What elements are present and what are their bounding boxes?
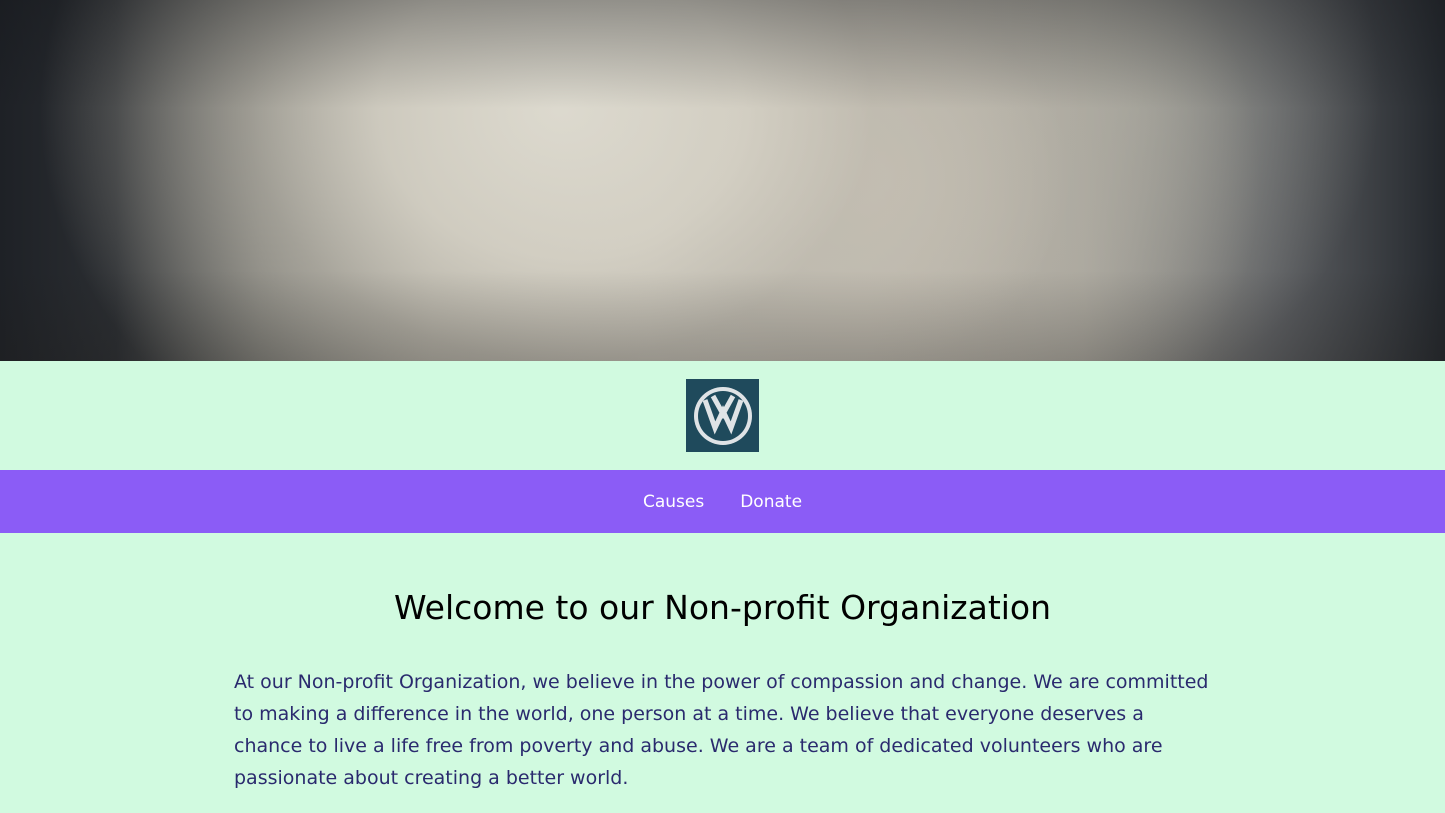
vw-logo-svg: [693, 386, 752, 445]
vw-logo-icon[interactable]: [686, 379, 759, 452]
nav-item-donate[interactable]: Donate: [740, 492, 802, 512]
page-title: Welcome to our Non-profit Organization: [393, 588, 1052, 627]
main-content: Welcome to our Non-profit Organization A…: [234, 533, 1211, 794]
main-nav: Causes Donate: [0, 470, 1445, 533]
hero-image: [0, 0, 1445, 361]
nav-item-causes[interactable]: Causes: [643, 492, 704, 512]
logo-bar: [0, 361, 1445, 470]
intro-paragraph: At our Non-profit Organization, we belie…: [234, 671, 1209, 789]
